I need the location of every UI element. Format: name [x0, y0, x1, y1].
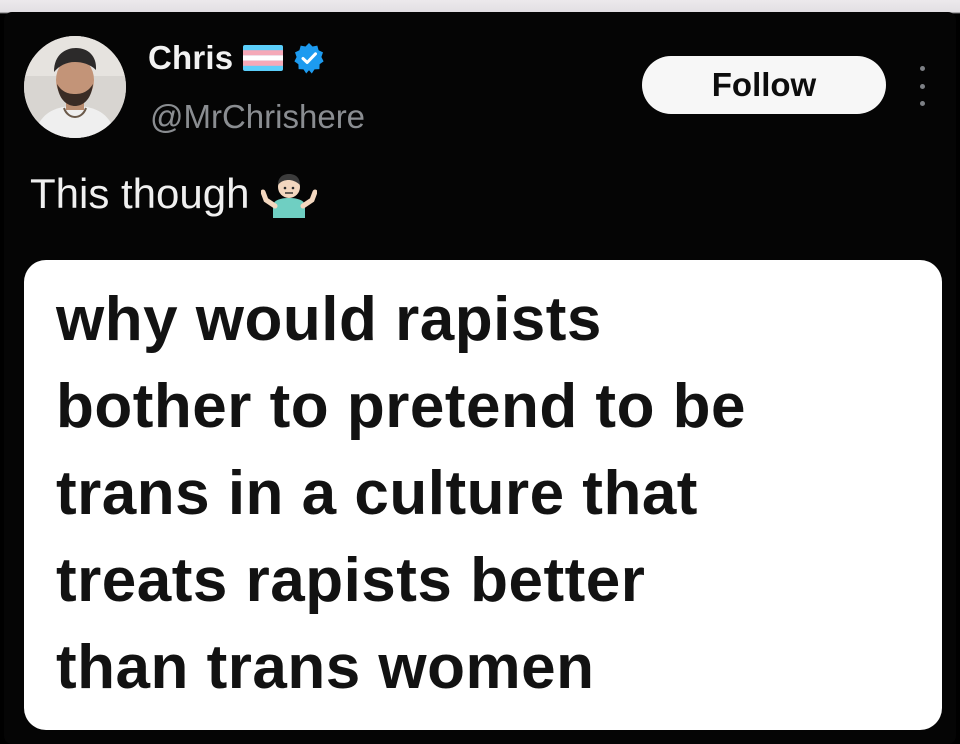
tweet: Chris @MrChrishere Follow This though wh… — [4, 12, 956, 744]
quoted-text-line: than trans women — [56, 633, 595, 702]
verified-badge-icon — [294, 43, 324, 74]
tweet-text: This though — [30, 170, 250, 217]
avatar-image — [24, 36, 126, 138]
author-handle[interactable]: @MrChrishere — [150, 98, 365, 136]
author-display-name[interactable]: Chris — [148, 39, 233, 77]
more-vertical-icon[interactable] — [912, 66, 932, 106]
transgender-flag-icon — [243, 45, 284, 71]
avatar[interactable] — [24, 36, 126, 138]
quoted-text-line: why would rapists — [56, 285, 602, 354]
person-shrugging-icon — [261, 174, 318, 218]
tweet-body: This though — [30, 168, 318, 220]
screenshot-frame: Chris @MrChrishere Follow This though wh… — [0, 0, 960, 744]
more-dot — [919, 66, 925, 71]
more-dot — [919, 101, 925, 106]
follow-button[interactable]: Follow — [642, 56, 886, 114]
quoted-text-card[interactable]: why would rapists bother to pretend to b… — [24, 260, 942, 730]
more-dot — [919, 83, 925, 89]
author-name-row: Chris — [148, 38, 325, 78]
quoted-text-line: trans in a culture that — [56, 459, 698, 528]
quoted-text-line: bother to pretend to be — [56, 372, 747, 441]
quoted-text: why would rapists bother to pretend to b… — [56, 276, 936, 711]
quoted-text-line: treats rapists better — [56, 546, 646, 615]
